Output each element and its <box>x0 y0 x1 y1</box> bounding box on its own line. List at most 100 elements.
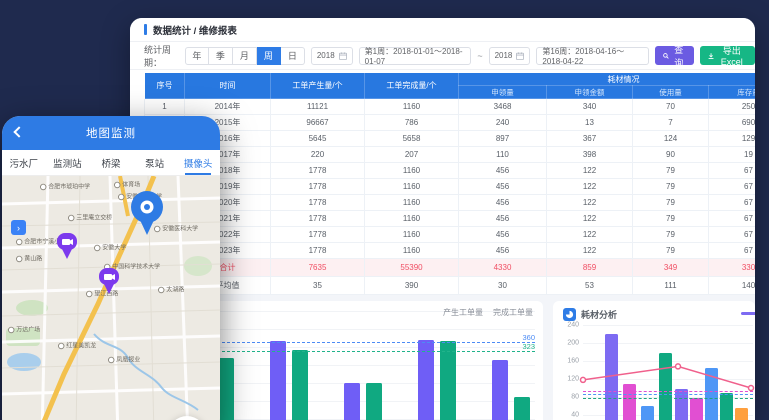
line-point[interactable] <box>581 377 586 382</box>
table-cell: 19 <box>709 147 756 163</box>
table-cell: 1778 <box>271 243 365 259</box>
table-cell: 67 <box>709 179 756 195</box>
export-excel-button[interactable]: 导出Excel <box>700 46 756 65</box>
week-range-start-input[interactable]: 第1周：2018-01-01～2018-01-07 <box>359 47 472 65</box>
table-cell: 456 <box>459 195 547 211</box>
table-cell: 79 <box>633 227 709 243</box>
table-cell: 349 <box>633 259 709 277</box>
week-range-end-value: 第16周：2018-04-16～2018-04-22 <box>542 46 643 66</box>
legend-item[interactable]: 产生工单量 <box>443 307 483 318</box>
bar-产生工单量[interactable] <box>492 360 508 420</box>
period-option-日[interactable]: 日 <box>281 47 305 65</box>
phone-tab-桥梁[interactable]: 桥梁 <box>89 150 133 175</box>
phone-tab-泵站[interactable]: 泵站 <box>133 150 177 175</box>
charts-row: 产生工单量完成工单量 360323 耗材分析 2402001601208040 <box>130 295 755 420</box>
period-option-年[interactable]: 年 <box>185 47 209 65</box>
table-cell: 456 <box>459 163 547 179</box>
bar-产生工单量[interactable] <box>270 341 286 420</box>
table-row: 12014年111211160346834070250 <box>145 99 756 115</box>
col-header-completed: 工单完成量/个 <box>365 73 459 99</box>
table-cell: 456 <box>459 211 547 227</box>
table-cell: 122 <box>547 227 633 243</box>
table-cell: 7 <box>633 115 709 131</box>
bar-完成工单量[interactable] <box>292 350 308 420</box>
bar-完成工单量[interactable] <box>440 341 456 420</box>
breadcrumb-bar: 数据统计 / 维修报表 <box>130 18 755 42</box>
phone-tab-污水厂[interactable]: 污水厂 <box>2 150 46 175</box>
phone-tab-监测站[interactable]: 监测站 <box>46 150 90 175</box>
table-cell: 110 <box>459 147 547 163</box>
map-poi-label: 安徽大学 <box>94 242 126 251</box>
period-option-月[interactable]: 月 <box>233 47 257 65</box>
table-cell: 398 <box>547 147 633 163</box>
phone-tab-摄像头[interactable]: 摄像头 <box>176 150 220 175</box>
y-axis-tick: 80 <box>571 394 579 401</box>
table-cell: 367 <box>547 131 633 147</box>
table-cell: 67 <box>709 243 756 259</box>
chart-legend: 产生工单量完成工单量 <box>443 307 533 318</box>
search-icon <box>663 52 669 60</box>
year-end-picker[interactable]: 2018 <box>489 47 531 65</box>
legend-label: 产生工单量 <box>443 307 483 318</box>
table-cell: 67 <box>709 163 756 179</box>
col-header-time: 时间 <box>185 73 271 99</box>
table-cell: 129 <box>709 131 756 147</box>
phone-mockup: 地图监测 污水厂监测站桥梁泵站摄像头 <box>2 116 220 420</box>
trend-line <box>583 313 755 420</box>
table-cell: 122 <box>547 163 633 179</box>
legend-label: 完成工单量 <box>493 307 533 318</box>
table-cell: 67 <box>709 211 756 227</box>
breadcrumb-accent <box>144 24 147 35</box>
table-cell: 897 <box>459 131 547 147</box>
period-option-季[interactable]: 季 <box>209 47 233 65</box>
bar-完成工单量[interactable] <box>366 383 382 420</box>
map-poi-label: 体育场 <box>114 179 140 188</box>
table-row: 42017年2202071103989019 <box>145 147 756 163</box>
period-option-周[interactable]: 周 <box>257 47 281 65</box>
table-row: 72020年177811604561227967 <box>145 195 756 211</box>
bar-产生工单量[interactable] <box>344 383 360 420</box>
bar-完成工单量[interactable] <box>514 397 530 420</box>
filter-bar: 统计周期： 年季月周日 2018 第1周：2018-01-01～2018-01-… <box>130 42 755 70</box>
table-cell: 3468 <box>459 99 547 115</box>
map-poi-label: 红星美凯龙 <box>58 340 96 349</box>
table-cell: 330 <box>709 259 756 277</box>
camera-pin-marker[interactable] <box>56 232 78 260</box>
query-button[interactable]: 查询 <box>655 46 693 65</box>
line-point[interactable] <box>749 386 754 391</box>
table-row: 82021年177811604561227967 <box>145 211 756 227</box>
table-row: 62019年177811604561227967 <box>145 179 756 195</box>
back-chevron-icon[interactable] <box>13 126 24 137</box>
y-axis-tick: 200 <box>567 340 579 347</box>
week-range-end-input[interactable]: 第16周：2018-04-16～2018-04-22 <box>536 47 649 65</box>
calendar-icon <box>516 52 524 60</box>
map-poi-label: 黄山路 <box>16 253 42 262</box>
table-cell: 96667 <box>271 115 365 131</box>
map-panel-expander[interactable]: › <box>11 220 26 235</box>
selected-camera-marker[interactable] <box>128 190 166 236</box>
reference-line-label: 323 <box>522 342 535 351</box>
table-cell: 11121 <box>271 99 365 115</box>
year-start-picker[interactable]: 2018 <box>311 47 353 65</box>
table-cell: 70 <box>633 99 709 115</box>
export-button-label: 导出Excel <box>717 44 747 67</box>
y-axis-tick: 40 <box>571 412 579 419</box>
map-canvas[interactable]: 合肥市琥珀中学体育场安徽农业大学三里庵立交桥安徽医科大学合肥市宁溪小学安徽大学黄… <box>2 176 220 420</box>
col-header-no: 序号 <box>145 73 185 99</box>
table-cell: 122 <box>547 243 633 259</box>
y-axis-tick: 240 <box>567 322 579 329</box>
table-cell: 1160 <box>365 163 459 179</box>
camera-pin-marker[interactable] <box>98 267 120 295</box>
y-axis-tick: 160 <box>567 358 579 365</box>
map-poi-label: 太湖路 <box>158 284 184 293</box>
line-point[interactable] <box>676 364 681 369</box>
col-subheader-1: 申领量 <box>459 86 547 99</box>
bar-完成工单量[interactable] <box>218 358 234 420</box>
legend-item[interactable]: 完成工单量 <box>493 307 533 318</box>
table-cell: 4330 <box>459 259 547 277</box>
table-cell: 30 <box>459 277 547 295</box>
query-button-label: 查询 <box>672 43 685 69</box>
table-row: 52018年177811604561227967 <box>145 163 756 179</box>
col-subheader-2: 申领金额 <box>547 86 633 99</box>
table-cell: 5658 <box>365 131 459 147</box>
